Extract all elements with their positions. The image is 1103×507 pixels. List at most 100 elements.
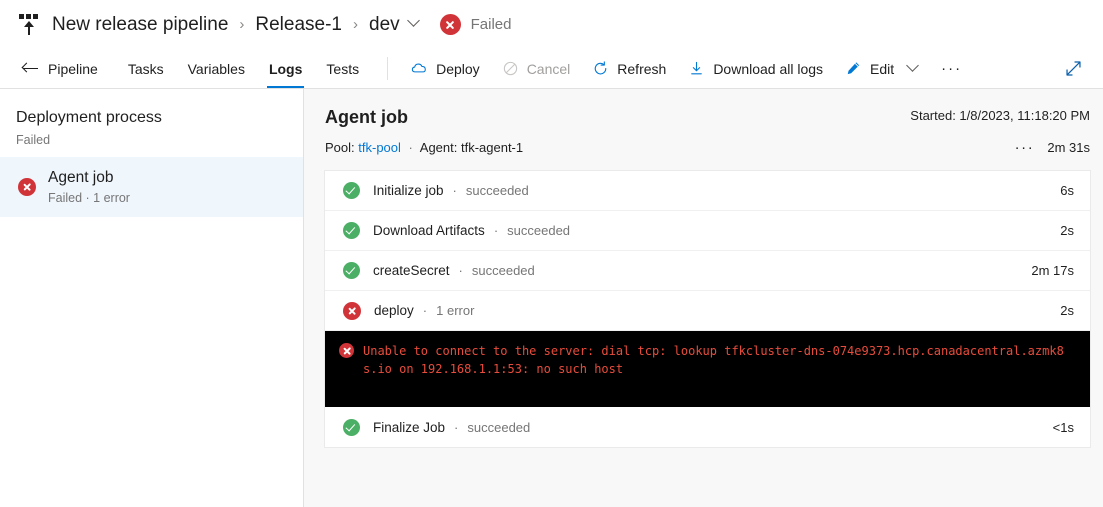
job-info-separator: · bbox=[408, 140, 413, 155]
task-duration: 2s bbox=[1060, 223, 1074, 238]
task-duration: 2s bbox=[1060, 303, 1074, 318]
refresh-icon bbox=[594, 61, 607, 75]
breadcrumb-separator: › bbox=[239, 15, 245, 33]
tab-list: Tasks Variables Logs Tests bbox=[116, 49, 371, 88]
error-circle-icon bbox=[18, 177, 36, 196]
page-body: Deployment process Failed Agent job Fail… bbox=[0, 89, 1103, 507]
cloud-icon bbox=[411, 63, 426, 73]
job-started-timestamp: Started: 1/8/2023, 11:18:20 PM bbox=[910, 108, 1090, 123]
pencil-icon bbox=[847, 62, 860, 75]
sidebar-section-status: Failed bbox=[16, 133, 51, 147]
toolbar: Pipeline Tasks Variables Logs Tests Depl… bbox=[0, 49, 1103, 89]
tab-logs[interactable]: Logs bbox=[257, 49, 314, 88]
error-circle-icon bbox=[343, 301, 361, 320]
table-row[interactable]: Initialize job · succeeded 6s bbox=[325, 171, 1090, 211]
job-header: Agent job Started: 1/8/2023, 11:18:20 PM bbox=[324, 105, 1091, 129]
jobs-sidebar: Deployment process Failed Agent job Fail… bbox=[0, 89, 304, 507]
table-row[interactable]: Finalize Job · succeeded <1s bbox=[325, 407, 1090, 447]
task-status: succeeded bbox=[467, 419, 531, 435]
task-name: createSecret bbox=[373, 263, 450, 278]
breadcrumb-stage-name[interactable]: dev bbox=[369, 13, 400, 37]
task-duration: 6s bbox=[1060, 183, 1074, 198]
more-actions-button[interactable]: ··· bbox=[930, 49, 973, 88]
tab-variables-label: Variables bbox=[187, 60, 245, 77]
job-subheader: Pool: tfk-pool · Agent: tfk-agent-1 ··· … bbox=[324, 140, 1091, 156]
task-separator: · bbox=[458, 263, 463, 278]
expand-button[interactable] bbox=[1060, 49, 1087, 88]
task-name: deploy bbox=[374, 303, 414, 318]
success-circle-icon bbox=[343, 262, 360, 279]
refresh-button-label: Refresh bbox=[617, 60, 667, 77]
success-circle-icon bbox=[343, 418, 360, 436]
status-badge: Failed bbox=[439, 14, 512, 35]
sidebar-item-label: Agent job bbox=[48, 169, 114, 186]
tab-tasks[interactable]: Tasks bbox=[116, 49, 176, 88]
back-button-label: Pipeline bbox=[48, 60, 98, 77]
task-status: 1 error bbox=[436, 303, 475, 318]
table-row[interactable]: createSecret · succeeded 2m 17s bbox=[325, 251, 1090, 291]
task-name: Initialize job bbox=[373, 183, 444, 198]
chevron-down-icon[interactable] bbox=[908, 61, 919, 72]
tab-tests-label: Tests bbox=[326, 60, 360, 77]
table-row[interactable]: Download Artifacts · succeeded 2s bbox=[325, 211, 1090, 251]
status-badge-label: Failed bbox=[470, 16, 512, 33]
logs-content: Agent job Started: 1/8/2023, 11:18:20 PM… bbox=[304, 89, 1103, 507]
pool-prefix-label: Pool: bbox=[325, 140, 355, 155]
task-name: Finalize Job bbox=[373, 419, 446, 435]
task-status: succeeded bbox=[465, 183, 529, 198]
breadcrumb-bar: New release pipeline › Release-1 › dev F… bbox=[0, 0, 1103, 49]
task-separator: · bbox=[422, 303, 428, 318]
task-separator: · bbox=[452, 183, 457, 198]
release-pipeline-icon bbox=[18, 13, 40, 37]
cancel-button[interactable]: Cancel bbox=[491, 49, 582, 88]
arrow-left-icon bbox=[21, 61, 39, 76]
task-status: succeeded bbox=[507, 223, 571, 238]
success-circle-icon bbox=[343, 182, 360, 199]
deploy-button[interactable]: Deploy bbox=[400, 49, 491, 88]
job-pool-info: Pool: tfk-pool · Agent: tfk-agent-1 bbox=[325, 140, 523, 155]
cancel-icon bbox=[503, 61, 517, 76]
tab-logs-label: Logs bbox=[268, 60, 303, 77]
sidebar-item-agent-job[interactable]: Agent job Failed · 1 error bbox=[0, 157, 303, 217]
chevron-down-icon[interactable] bbox=[409, 16, 420, 27]
tab-variables[interactable]: Variables bbox=[176, 49, 257, 88]
task-separator: · bbox=[454, 419, 459, 435]
page-title: Agent job bbox=[325, 107, 408, 127]
cancel-button-label: Cancel bbox=[526, 60, 571, 77]
breadcrumb-separator: › bbox=[353, 15, 358, 33]
download-all-logs-button[interactable]: Download all logs bbox=[677, 49, 834, 88]
task-duration: 2m 17s bbox=[1031, 263, 1074, 278]
tab-tasks-label: Tasks bbox=[127, 60, 164, 77]
job-duration: 2m 31s bbox=[1047, 140, 1090, 155]
download-all-logs-button-label: Download all logs bbox=[713, 60, 824, 77]
task-status: succeeded bbox=[471, 263, 535, 278]
refresh-button[interactable]: Refresh bbox=[581, 49, 677, 88]
ellipsis-icon[interactable]: ··· bbox=[1015, 140, 1035, 155]
task-duration: <1s bbox=[1052, 419, 1074, 435]
sidebar-section-title: Deployment process bbox=[16, 109, 162, 126]
error-console: Unable to connect to the server: dial tc… bbox=[325, 331, 1090, 407]
edit-button[interactable]: Edit bbox=[834, 49, 930, 88]
breadcrumb-release-name[interactable]: Release-1 bbox=[255, 13, 342, 37]
error-circle-icon bbox=[339, 343, 354, 358]
tab-tests[interactable]: Tests bbox=[314, 49, 371, 88]
success-circle-icon bbox=[343, 222, 360, 239]
more-actions-label: ··· bbox=[941, 59, 963, 77]
release-logs-page: New release pipeline › Release-1 › dev F… bbox=[0, 0, 1103, 507]
toolbar-divider bbox=[387, 57, 389, 80]
expand-diagonal-icon bbox=[1066, 61, 1081, 76]
agent-label: Agent: tfk-agent-1 bbox=[419, 140, 524, 155]
sidebar-item-subtitle: Failed · 1 error bbox=[48, 191, 130, 205]
task-separator: · bbox=[493, 223, 499, 238]
task-list: Initialize job · succeeded 6s Download A… bbox=[324, 170, 1091, 448]
edit-button-label: Edit bbox=[870, 60, 895, 77]
download-icon bbox=[691, 61, 703, 75]
error-message: Unable to connect to the server: dial tc… bbox=[363, 344, 1064, 376]
pool-link[interactable]: tfk-pool bbox=[358, 140, 401, 155]
error-circle-icon bbox=[439, 14, 461, 35]
task-name: Download Artifacts bbox=[373, 223, 485, 238]
back-to-pipeline-button[interactable]: Pipeline bbox=[18, 49, 108, 88]
table-row[interactable]: deploy · 1 error 2s bbox=[325, 291, 1090, 331]
breadcrumb-pipeline-name[interactable]: New release pipeline bbox=[52, 13, 228, 37]
